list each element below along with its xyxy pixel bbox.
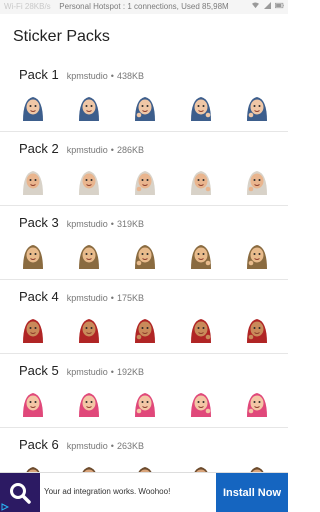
pack-name: Pack 3: [19, 215, 59, 230]
sticker-avatar-icon: [23, 319, 43, 343]
pack-meta: kpmstudio • 319KB: [67, 219, 144, 229]
pack-size: 175KB: [116, 293, 144, 303]
sticker-preview-row: [20, 168, 270, 196]
separator-dot: •: [110, 219, 114, 229]
sticker-avatar-icon: [79, 245, 99, 269]
signal-icon: [264, 2, 271, 9]
pack-size: 192KB: [116, 367, 144, 377]
sticker-avatar-icon: [79, 97, 99, 121]
pack-header: Pack 2 kpmstudio • 286KB: [19, 141, 144, 156]
pack-size: 319KB: [116, 219, 144, 229]
pack-name: Pack 1: [19, 67, 59, 82]
ad-choices-icon[interactable]: [1, 503, 9, 511]
pack-header: Pack 6 kpmstudio • 263KB: [19, 437, 144, 452]
install-now-button[interactable]: Install Now: [216, 473, 288, 512]
pack-meta: kpmstudio • 192KB: [67, 367, 144, 377]
separator-dot: •: [110, 441, 114, 451]
sticker-avatar-icon: [23, 171, 43, 195]
pack-meta: kpmstudio • 175KB: [67, 293, 144, 303]
status-icons: [251, 2, 284, 9]
sticker-avatar-icon: [135, 393, 155, 417]
wifi-icon: [252, 2, 259, 9]
pack-name: Pack 6: [19, 437, 59, 452]
sticker-avatar-icon: [191, 319, 211, 343]
pack-name: Pack 2: [19, 141, 59, 156]
status-bar: Wi-Fi 28KB/s Personal Hotspot : 1 connec…: [0, 0, 288, 14]
pack-header: Pack 1 kpmstudio • 438KB: [19, 67, 144, 82]
pack-name: Pack 4: [19, 289, 59, 304]
sticker-pack-list: Pack 1 kpmstudio • 438KB Pack 2 kpmstudio • 286…: [0, 58, 288, 502]
sticker-avatar-icon: [191, 245, 211, 269]
sticker-preview-row: [20, 242, 270, 270]
pack-size: 286KB: [116, 145, 144, 155]
sticker-avatar-icon: [247, 393, 267, 417]
pack-author: kpmstudio: [66, 71, 108, 81]
sticker-avatar-icon: [191, 171, 211, 195]
sticker-avatar-icon: [23, 97, 43, 121]
status-hotspot-text: Personal Hotspot : 1 connections, Used 8…: [59, 2, 229, 11]
pack-size: 263KB: [116, 441, 144, 451]
separator-dot: •: [110, 367, 114, 377]
pack-header: Pack 4 kpmstudio • 175KB: [19, 289, 144, 304]
sticker-avatar-icon: [79, 393, 99, 417]
pack-meta: kpmstudio • 438KB: [67, 71, 144, 81]
sticker-avatar-icon: [191, 393, 211, 417]
pack-author: kpmstudio: [66, 219, 108, 229]
pack-author: kpmstudio: [66, 367, 108, 377]
sticker-pack-row[interactable]: Pack 2 kpmstudio • 286KB: [0, 132, 288, 206]
pack-name: Pack 5: [19, 363, 59, 378]
sticker-avatar-icon: [247, 97, 267, 121]
sticker-pack-row[interactable]: Pack 5 kpmstudio • 192KB: [0, 354, 288, 428]
magnifier-logo-icon: [10, 483, 31, 504]
sticker-avatar-icon: [247, 319, 267, 343]
separator-dot: •: [110, 71, 114, 81]
sticker-avatar-icon: [247, 245, 267, 269]
pack-header: Pack 3 kpmstudio • 319KB: [19, 215, 144, 230]
ad-message: Your ad integration works. Woohoo!: [44, 487, 171, 496]
pack-author: kpmstudio: [66, 145, 108, 155]
sticker-avatar-icon: [79, 319, 99, 343]
sticker-preview-row: [20, 94, 270, 122]
pack-author: kpmstudio: [66, 293, 108, 303]
pack-author: kpmstudio: [66, 441, 108, 451]
separator-dot: •: [110, 293, 114, 303]
sticker-avatar-icon: [247, 171, 267, 195]
pack-size: 438KB: [116, 71, 144, 81]
sticker-avatar-icon: [23, 245, 43, 269]
sticker-avatar-icon: [191, 97, 211, 121]
page-title: Sticker Packs: [13, 28, 110, 45]
sticker-avatar-icon: [135, 245, 155, 269]
pack-meta: kpmstudio • 263KB: [67, 441, 144, 451]
pack-meta: kpmstudio • 286KB: [67, 145, 144, 155]
sticker-avatar-icon: [135, 171, 155, 195]
sticker-preview-row: [20, 316, 270, 344]
sticker-pack-row[interactable]: Pack 1 kpmstudio • 438KB: [0, 58, 288, 132]
sticker-avatar-icon: [79, 171, 99, 195]
sticker-avatar-icon: [135, 97, 155, 121]
pack-header: Pack 5 kpmstudio • 192KB: [19, 363, 144, 378]
ad-banner[interactable]: Your ad integration works. Woohoo! Insta…: [0, 472, 288, 512]
separator-dot: •: [110, 145, 114, 155]
sticker-pack-row[interactable]: Pack 3 kpmstudio • 319KB: [0, 206, 288, 280]
battery-icon: [275, 2, 284, 9]
sticker-avatar-icon: [135, 319, 155, 343]
sticker-pack-row[interactable]: Pack 4 kpmstudio • 175KB: [0, 280, 288, 354]
sticker-avatar-icon: [23, 393, 43, 417]
sticker-preview-row: [20, 390, 270, 418]
